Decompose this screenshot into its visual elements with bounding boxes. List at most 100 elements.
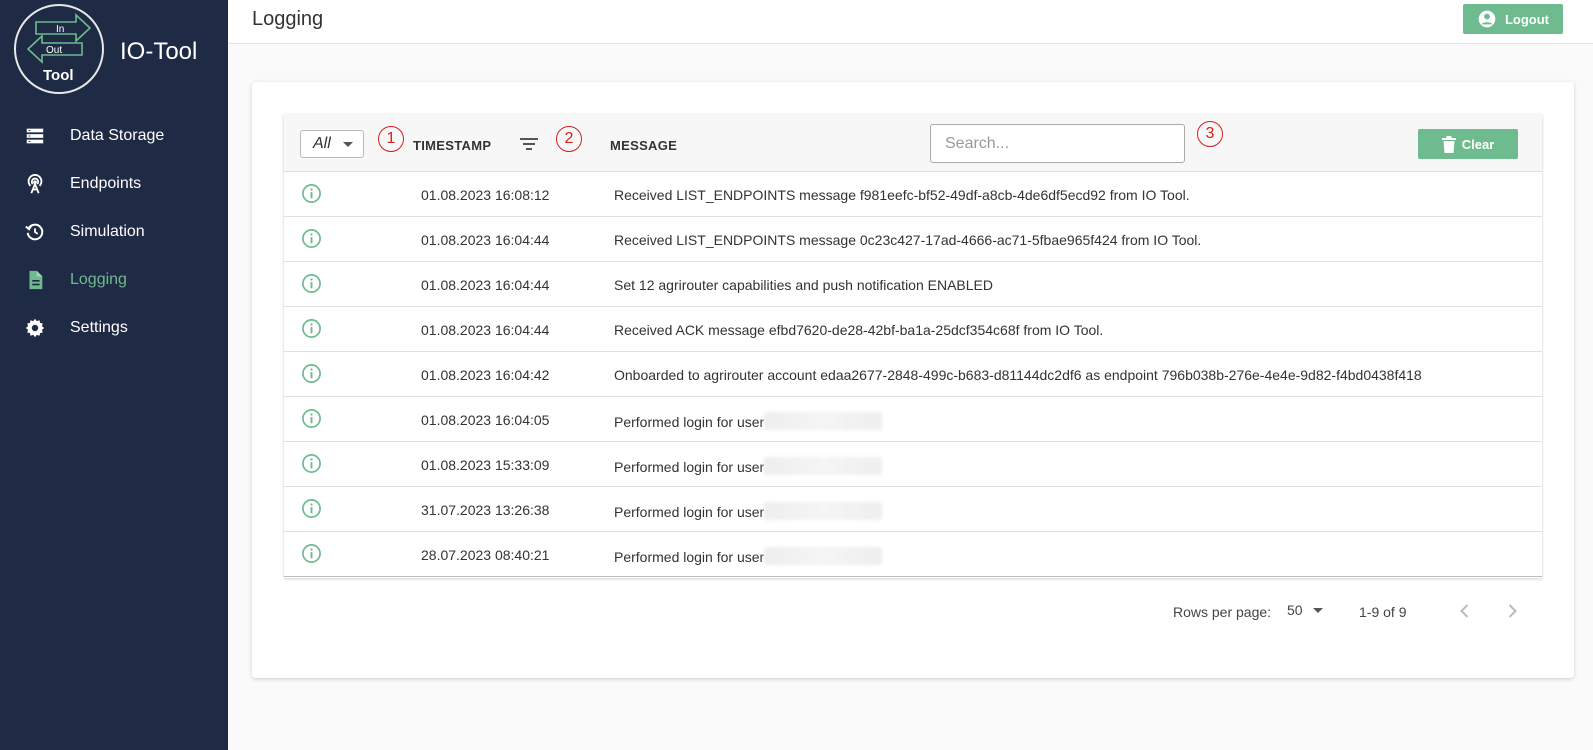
timestamp-cell: 01.08.2023 16:04:05 (421, 412, 550, 428)
timestamp-cell: 01.08.2023 15:33:09 (421, 457, 550, 473)
timestamp-cell: 28.07.2023 08:40:21 (421, 547, 550, 563)
logo-arrows-icon: In Out Tool (26, 13, 92, 84)
level-filter-select[interactable]: All (300, 130, 364, 158)
antenna-icon (0, 173, 70, 195)
chevron-down-icon (1312, 607, 1323, 613)
message-cell: Received ACK message efbd7620-de28-42bf-… (614, 322, 1103, 338)
rows-per-page-label: Rows per page: (1173, 604, 1272, 620)
redacted-username (764, 457, 883, 475)
info-icon (302, 544, 321, 563)
annotation-marker-3: 3 (1197, 121, 1223, 147)
clear-button[interactable]: Clear (1418, 129, 1518, 159)
info-icon (302, 409, 321, 428)
table-row: 01.08.2023 16:04:42 Onboarded to agrirout… (284, 352, 1542, 397)
message-text: Received ACK message efbd7620-de28-42bf-… (614, 322, 1104, 338)
message-cell: Set 12 agrirouter capabilities and push … (614, 277, 993, 293)
logo-tool-text: Tool (43, 67, 74, 84)
next-page-button[interactable] (1501, 600, 1523, 622)
level-filter-value: All (313, 135, 331, 152)
message-column-header: MESSAGE (610, 138, 678, 153)
info-icon (302, 454, 321, 473)
filter-sort-icon[interactable] (519, 136, 539, 152)
table-row: 01.08.2023 16:04:05 Performed login for u… (284, 397, 1542, 442)
table-row: 01.08.2023 16:04:44 Set 12 agrirouter cap… (284, 262, 1542, 307)
app-logo: In Out Tool (14, 4, 104, 94)
sidebar-item-simulation[interactable]: Simulation (0, 208, 228, 256)
chevron-right-icon (1508, 604, 1517, 618)
info-icon (302, 499, 321, 518)
sidebar-item-label: Simulation (70, 223, 145, 240)
storage-icon (0, 125, 70, 147)
document-icon (0, 269, 70, 291)
sidebar: In Out Tool IO-Tool Data Storage Endpoin… (0, 0, 228, 750)
message-text: Performed login for user (614, 459, 765, 475)
annotation-marker-1: 1 (378, 126, 404, 152)
table-row: 01.08.2023 16:08:12 Received LIST_ENDPOIN… (284, 172, 1542, 217)
clear-label: Clear (1461, 136, 1495, 152)
message-cell: Received LIST_ENDPOINTS message f981eefc… (614, 187, 1190, 203)
chevron-left-icon (1460, 604, 1469, 618)
sidebar-item-label: Data Storage (70, 127, 165, 144)
trash-icon (1441, 135, 1456, 153)
message-cell: Performed login for user (614, 547, 883, 565)
search-input[interactable] (930, 124, 1185, 163)
rows-per-page-value: 50 (1287, 602, 1303, 618)
table-row: 01.08.2023 15:33:09 Performed login for u… (284, 442, 1542, 487)
pagination: Rows per page: 50 1-9 of 9 (284, 596, 1542, 626)
table-row: 31.07.2023 13:26:38 Performed login for u… (284, 487, 1542, 532)
message-cell: Performed login for user (614, 412, 883, 430)
message-text: Onboarded to agrirouter account edaa2677… (614, 367, 1422, 383)
sidebar-item-label: Settings (70, 319, 128, 336)
table-header: All 1 TIMESTAMP 2 MESSAGE 3 Clear (284, 114, 1542, 172)
info-icon (302, 274, 321, 293)
sidebar-nav: Data Storage Endpoints Simulation Loggin… (0, 112, 228, 352)
info-icon (302, 364, 321, 383)
timestamp-cell: 01.08.2023 16:04:44 (421, 277, 550, 293)
logout-label: Logout (1504, 11, 1550, 27)
message-text: Performed login for user (614, 549, 765, 565)
logout-button[interactable]: Logout (1463, 4, 1563, 34)
info-icon (302, 319, 321, 338)
message-cell: Performed login for user (614, 457, 883, 475)
message-text: Received LIST_ENDPOINTS message 0c23c427… (614, 232, 1202, 248)
timestamp-cell: 01.08.2023 16:04:44 (421, 322, 550, 338)
logo-in-text: In (56, 24, 64, 35)
log-card: All 1 TIMESTAMP 2 MESSAGE 3 Clear 01.08.… (252, 82, 1574, 678)
app-title: IO-Tool (120, 38, 198, 65)
sidebar-item-settings[interactable]: Settings (0, 304, 228, 352)
sidebar-item-endpoints[interactable]: Endpoints (0, 160, 228, 208)
gear-icon (0, 317, 70, 339)
message-cell: Received LIST_ENDPOINTS message 0c23c427… (614, 232, 1201, 248)
timestamp-column-header: TIMESTAMP (413, 138, 492, 153)
redacted-username (764, 412, 883, 430)
page-title: Logging (252, 8, 324, 30)
table-body: 01.08.2023 16:08:12 Received LIST_ENDPOIN… (284, 172, 1542, 577)
previous-page-button[interactable] (1454, 600, 1476, 622)
message-text: Set 12 agrirouter capabilities and push … (614, 277, 993, 293)
info-icon (302, 184, 321, 203)
rows-per-page-select[interactable]: 50 (1287, 602, 1323, 618)
annotation-marker-2: 2 (556, 126, 582, 152)
sidebar-item-label: Logging (70, 271, 127, 288)
sidebar-item-logging[interactable]: Logging (0, 256, 228, 304)
account-circle-icon (1478, 10, 1496, 28)
redacted-username (764, 502, 883, 520)
message-cell: Onboarded to agrirouter account edaa2677… (614, 367, 1422, 383)
chevron-down-icon (343, 142, 353, 147)
message-text: Performed login for user (614, 414, 765, 430)
redacted-username (764, 547, 883, 565)
table-row: 01.08.2023 16:04:44 Received LIST_ENDPOIN… (284, 217, 1542, 262)
message-text: Received LIST_ENDPOINTS message f981eefc… (614, 187, 1190, 203)
timestamp-cell: 31.07.2023 13:26:38 (421, 502, 550, 518)
page-range: 1-9 of 9 (1359, 604, 1407, 620)
info-icon (302, 229, 321, 248)
message-text: Performed login for user (614, 504, 765, 520)
message-cell: Performed login for user (614, 502, 883, 520)
sidebar-item-data-storage[interactable]: Data Storage (0, 112, 228, 160)
timestamp-cell: 01.08.2023 16:04:44 (421, 232, 550, 248)
timestamp-cell: 01.08.2023 16:04:42 (421, 367, 550, 383)
log-table: All 1 TIMESTAMP 2 MESSAGE 3 Clear 01.08.… (284, 114, 1542, 578)
table-row: 28.07.2023 08:40:21 Performed login for u… (284, 532, 1542, 577)
table-row: 01.08.2023 16:04:44 Received ACK message … (284, 307, 1542, 352)
logo-out-text: Out (46, 45, 62, 56)
